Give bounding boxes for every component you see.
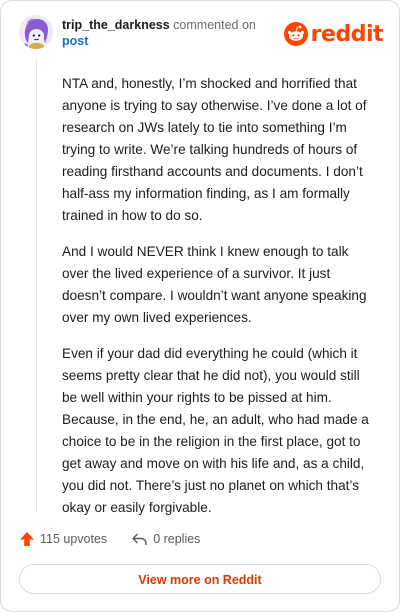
post-link[interactable]: post xyxy=(62,33,282,49)
reddit-wordmark: reddit xyxy=(310,21,384,47)
comment-paragraph: Even if your dad did everything he could… xyxy=(62,346,369,515)
user-avatar[interactable] xyxy=(19,15,53,49)
thread-line[interactable] xyxy=(36,59,37,511)
comment-actions: 115 upvotes 0 replies xyxy=(19,529,224,549)
snoo-avatar-icon xyxy=(19,15,53,49)
comment-meta: trip_the_darkness commented on post xyxy=(62,17,282,49)
reply-button[interactable]: 0 replies xyxy=(131,531,200,547)
comment-paragraph: NTA and, honestly, I’m shocked and horri… xyxy=(62,76,367,223)
upvote-count: 115 upvotes xyxy=(40,532,108,546)
commented-on-text: commented on xyxy=(169,18,256,32)
embedded-comment-card: trip_the_darkness commented on post redd… xyxy=(0,0,400,612)
username-link[interactable]: trip_the_darkness xyxy=(62,18,170,32)
reply-count: 0 replies xyxy=(153,532,201,546)
reply-arrow-icon xyxy=(132,533,147,545)
comment-body: NTA and, honestly, I’m shocked and horri… xyxy=(62,73,374,533)
comment-paragraph: And I would NEVER think I knew enough to… xyxy=(62,244,367,325)
reddit-logo[interactable]: reddit xyxy=(283,21,384,47)
upvote-button[interactable]: 115 upvotes xyxy=(19,531,107,547)
view-more-on-reddit-button[interactable]: View more on Reddit xyxy=(19,564,381,594)
reddit-snoo-icon xyxy=(283,22,308,46)
comment-header: trip_the_darkness commented on post redd… xyxy=(19,15,384,59)
upvote-arrow-icon xyxy=(20,532,34,546)
